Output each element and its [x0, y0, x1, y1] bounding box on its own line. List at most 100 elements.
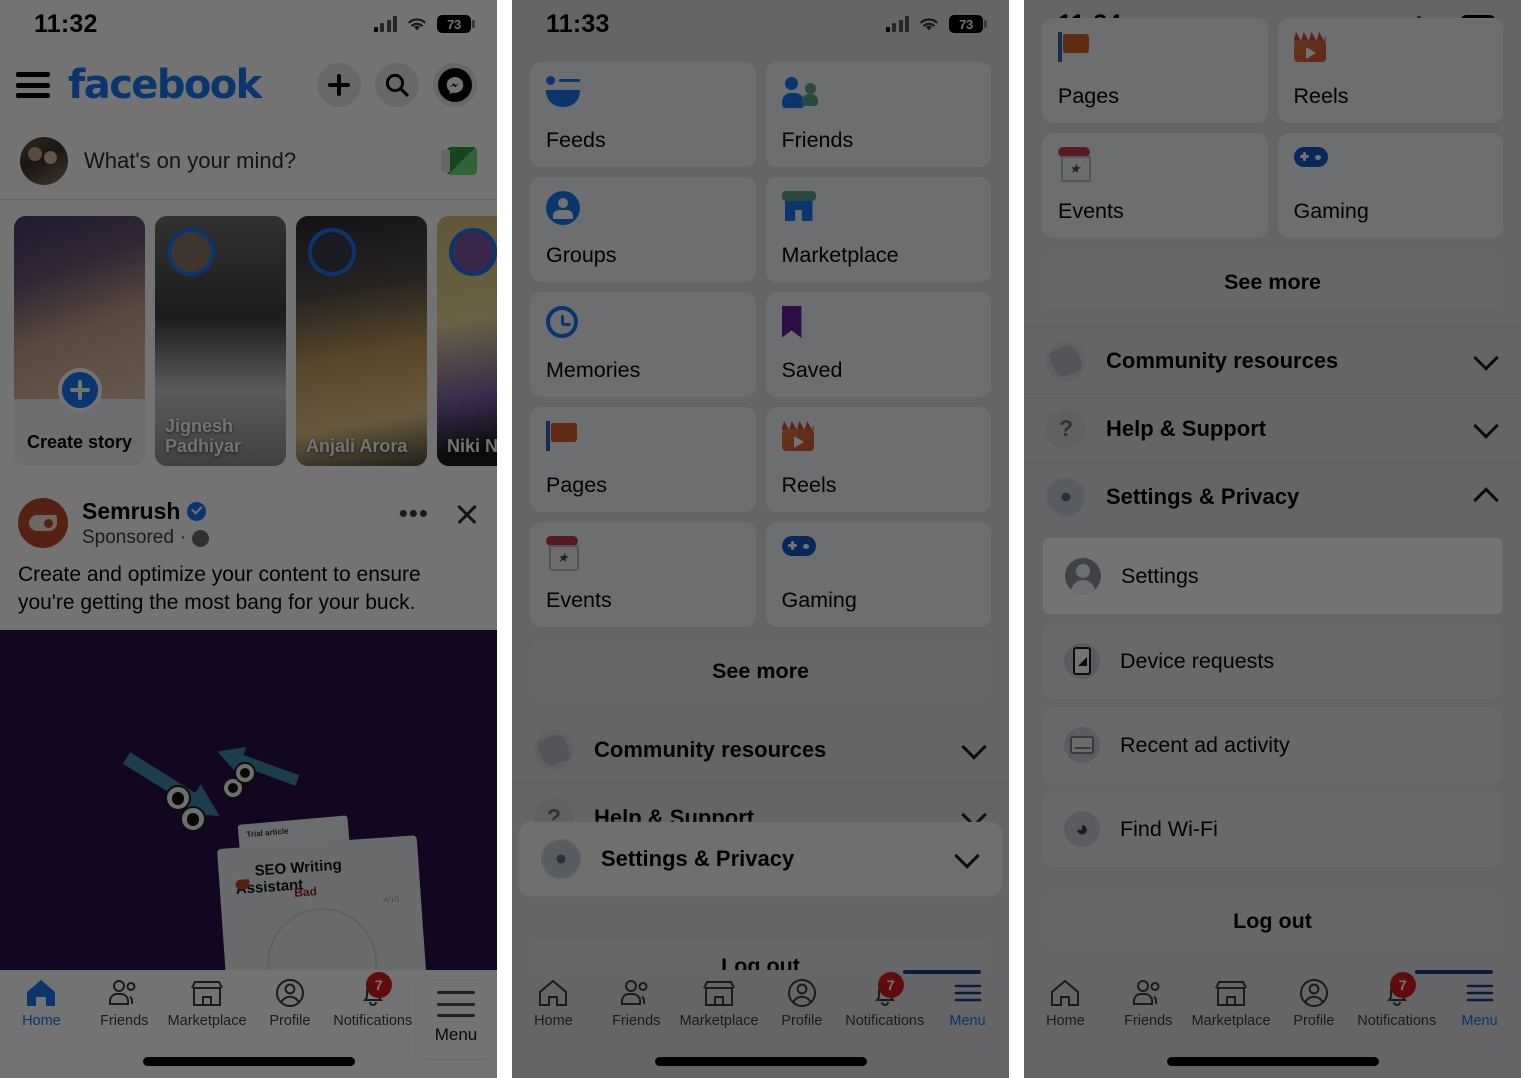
- friends-icon: [1131, 978, 1165, 1008]
- menu-tile-marketplace[interactable]: Marketplace: [765, 177, 991, 282]
- story-item[interactable]: Anjali Arora: [296, 216, 427, 466]
- photo-icon[interactable]: [441, 146, 477, 175]
- wifi-icon: [408, 17, 426, 30]
- sponsored-label: Sponsored: [82, 527, 174, 548]
- hands-icon: [534, 729, 574, 770]
- events-icon: ★: [546, 536, 579, 571]
- nav-marketplace[interactable]: Marketplace: [678, 978, 761, 1029]
- tile-label: Groups: [546, 243, 617, 267]
- nav-profile[interactable]: Profile: [760, 978, 843, 1029]
- see-more-button[interactable]: See more: [530, 643, 991, 699]
- story-create[interactable]: Create story: [14, 216, 145, 466]
- nav-label: Friends: [612, 1013, 661, 1029]
- nav-menu[interactable]: Menu: [1438, 978, 1521, 1029]
- nav-marketplace[interactable]: Marketplace: [166, 978, 249, 1029]
- menu-tile-friends[interactable]: Friends: [765, 62, 991, 167]
- nav-label: Home: [22, 1013, 61, 1029]
- nav-label: Marketplace: [1191, 1013, 1271, 1029]
- story-avatar-ring: [449, 228, 497, 276]
- menu-tile-pages[interactable]: Pages: [1042, 18, 1268, 123]
- menu-tab-highlight[interactable]: Menu: [415, 977, 497, 1059]
- messenger-button[interactable]: [433, 63, 477, 107]
- menu-tile-events[interactable]: ★ Events: [530, 522, 756, 627]
- home-icon: [1048, 978, 1082, 1008]
- menu-tile-pages[interactable]: Pages: [530, 407, 756, 512]
- chevron-down-icon: [954, 843, 980, 869]
- nav-home[interactable]: Home: [512, 978, 595, 1029]
- submenu-label: Recent ad activity: [1120, 732, 1290, 757]
- row-settings-privacy[interactable]: Settings & Privacy: [1024, 463, 1521, 531]
- bell-icon: 7: [1380, 972, 1416, 1008]
- submenu-item-settings-highlight[interactable]: Settings: [1043, 538, 1502, 614]
- add-button[interactable]: [317, 63, 361, 107]
- submenu-item-find-wifi[interactable]: ◕ Find Wi-Fi: [1042, 791, 1503, 867]
- menu-icon[interactable]: [16, 72, 50, 98]
- story-item[interactable]: Niki N.: [437, 216, 497, 466]
- nav-notifications[interactable]: 7 Notifications: [331, 972, 414, 1029]
- story-label: Niki N.: [447, 435, 497, 456]
- nav-profile[interactable]: Profile: [248, 978, 331, 1029]
- menu-tile-groups[interactable]: Groups: [530, 177, 756, 282]
- menu-tile-saved[interactable]: Saved: [765, 292, 991, 397]
- composer-placeholder[interactable]: What's on your mind?: [84, 148, 431, 174]
- gear-icon: [541, 839, 581, 879]
- panel-home-feed: 11:32 73 facebook What's on your mind? C…: [0, 0, 497, 1078]
- tile-label: Memories: [546, 358, 641, 382]
- submenu-item-device-requests[interactable]: Device requests: [1042, 623, 1503, 699]
- story-item[interactable]: Jignesh Padhiyar: [155, 216, 286, 466]
- nav-notifications[interactable]: 7 Notifications: [843, 972, 926, 1029]
- stories-tray[interactable]: Create story Jignesh Padhiyar Anjali Aro…: [0, 200, 497, 482]
- marketplace-icon: [1214, 978, 1248, 1008]
- ad-image[interactable]: Trial article SEO Writing Assistant Bad …: [0, 629, 497, 990]
- see-more-button[interactable]: See more: [1042, 254, 1503, 310]
- nav-label: Notifications: [1357, 1013, 1437, 1029]
- status-indicators: 73: [885, 15, 987, 33]
- semrush-logo-icon: [18, 498, 68, 548]
- composer-row[interactable]: What's on your mind?: [0, 122, 497, 200]
- nav-notifications[interactable]: 7 Notifications: [1355, 972, 1438, 1029]
- nav-menu[interactable]: Menu: [926, 978, 1009, 1029]
- nav-friends[interactable]: Friends: [1107, 978, 1190, 1029]
- ad-card-badge: Bad: [293, 884, 318, 900]
- submenu-item-recent-ad-activity[interactable]: Recent ad activity: [1042, 707, 1503, 783]
- chevron-up-icon: [1473, 487, 1499, 513]
- menu-tile-memories[interactable]: Memories: [530, 292, 756, 397]
- nav-friends[interactable]: Friends: [595, 978, 678, 1029]
- nav-home[interactable]: Home: [0, 978, 83, 1029]
- menu-tile-gaming[interactable]: Gaming: [765, 522, 991, 627]
- friends-icon: [619, 978, 653, 1008]
- home-icon: [24, 978, 58, 1008]
- home-icon: [536, 978, 570, 1008]
- row-help-support[interactable]: ? Help & Support: [1024, 395, 1521, 463]
- submenu-label: Device requests: [1120, 648, 1275, 673]
- row-community-resources[interactable]: Community resources: [1024, 327, 1521, 395]
- log-out-button[interactable]: Log out: [1042, 893, 1503, 949]
- post-more-options-icon[interactable]: •••: [399, 501, 429, 526]
- nav-marketplace[interactable]: Marketplace: [1190, 978, 1273, 1029]
- menu-tile-feeds[interactable]: Feeds: [530, 62, 756, 167]
- ad-card-title: SEO Writing Assistant: [234, 851, 412, 898]
- nav-friends[interactable]: Friends: [83, 978, 166, 1029]
- submenu-label: Settings: [1121, 563, 1199, 588]
- gear-icon: [1046, 477, 1086, 517]
- active-tab-underline: [1415, 970, 1493, 974]
- menu-tile-gaming[interactable]: Gaming: [1277, 133, 1503, 238]
- menu-tile-events[interactable]: ★ Events: [1042, 133, 1268, 238]
- nav-label: Menu: [949, 1013, 986, 1029]
- nav-profile[interactable]: Profile: [1272, 978, 1355, 1029]
- pages-icon: [1058, 32, 1092, 62]
- menu-tile-reels[interactable]: Reels: [1277, 18, 1503, 123]
- hamburger-icon: [437, 991, 475, 1017]
- nav-home[interactable]: Home: [1024, 978, 1107, 1029]
- row-community-resources[interactable]: Community resources: [512, 716, 1009, 784]
- panel-settings-expanded: 11:34 72 Pages Reels: [1024, 0, 1521, 1078]
- messenger-icon: [438, 68, 472, 102]
- marketplace-icon: [702, 978, 736, 1008]
- pages-icon: [546, 421, 580, 451]
- row-settings-privacy-highlight[interactable]: Settings & Privacy: [519, 822, 1002, 896]
- menu-tile-reels[interactable]: Reels: [765, 407, 991, 512]
- tile-label: Reels: [781, 473, 837, 497]
- close-icon[interactable]: [455, 502, 479, 526]
- search-button[interactable]: [375, 63, 419, 107]
- globe-icon: [192, 529, 210, 547]
